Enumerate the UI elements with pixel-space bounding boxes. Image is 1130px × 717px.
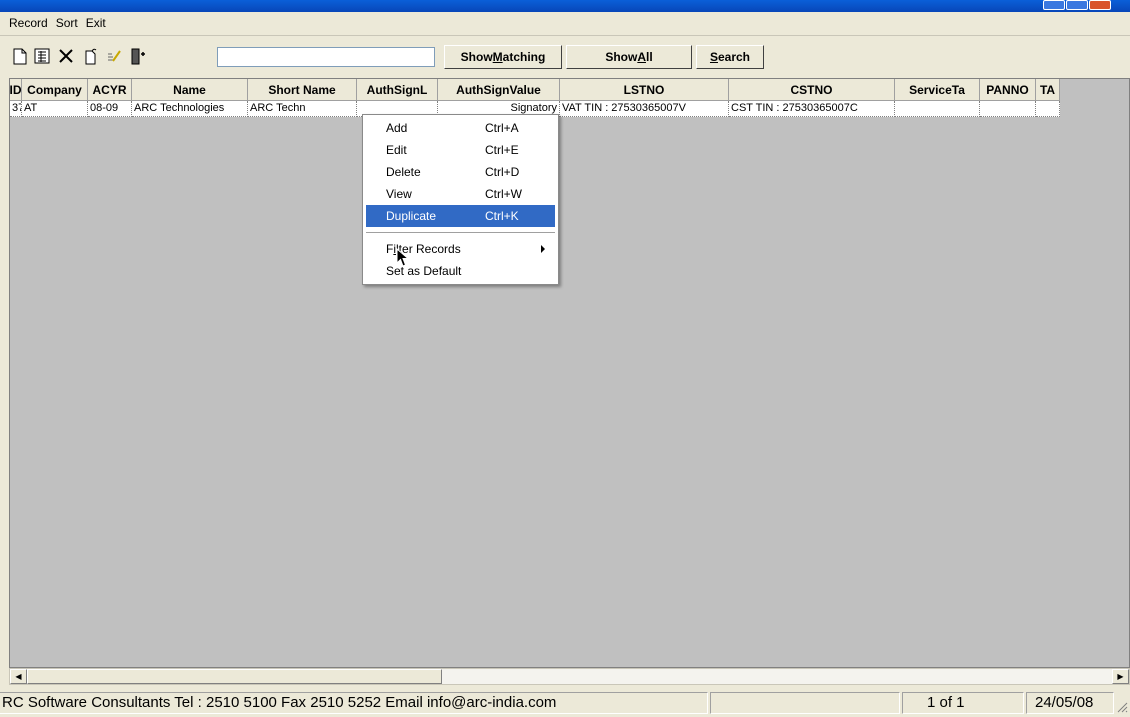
status-date: 24/05/08 — [1026, 692, 1114, 714]
status-company-info: RC Software Consultants Tel : 2510 5100 … — [0, 692, 708, 714]
menu-item-label: Edit — [386, 143, 407, 157]
cell-id[interactable]: 37 — [10, 101, 22, 117]
show-matching-accel: M — [492, 50, 503, 64]
show-all-accel: A — [637, 50, 646, 64]
col-header-id[interactable]: ID — [10, 79, 22, 101]
context-menu: Add Ctrl+A Edit Ctrl+E Delete Ctrl+D Vie… — [362, 114, 559, 285]
menu-item-label: View — [386, 187, 412, 201]
maximize-button[interactable] — [1066, 0, 1088, 10]
delete-icon[interactable] — [56, 45, 76, 67]
col-header-short-name[interactable]: Short Name — [248, 79, 357, 101]
cell-serviceta[interactable] — [895, 101, 980, 117]
arrow-left-icon: ◀ — [15, 672, 22, 681]
exit-door-icon[interactable] — [128, 45, 148, 67]
cell-lstno[interactable]: VAT TIN : 27530365007V — [560, 101, 729, 117]
menu-item-shortcut: Ctrl+W — [485, 187, 522, 201]
cell-company[interactable]: AT — [22, 101, 88, 117]
list-view-icon[interactable] — [32, 45, 52, 67]
col-header-acyr[interactable]: ACYR — [88, 79, 132, 101]
edit-icon[interactable] — [104, 45, 124, 67]
horizontal-scrollbar[interactable]: ◀ ▶ — [9, 668, 1130, 685]
cell-ta[interactable] — [1036, 101, 1060, 117]
col-header-authsignl[interactable]: AuthSignL — [357, 79, 438, 101]
show-all-label: Show — [605, 50, 638, 64]
cell-short-name[interactable]: ARC Techn — [248, 101, 357, 117]
arrow-right-icon: ▶ — [1117, 672, 1124, 681]
col-header-panno[interactable]: PANNO — [980, 79, 1036, 101]
menu-record[interactable]: Record — [0, 13, 52, 30]
menu-sort[interactable]: Sort — [52, 13, 82, 30]
show-matching-label: Show — [460, 50, 493, 64]
cell-cstno[interactable]: CST TIN : 27530365007C — [729, 101, 895, 117]
open-document-icon[interactable] — [80, 45, 100, 67]
search-button[interactable]: Search — [696, 45, 764, 69]
col-header-name[interactable]: Name — [132, 79, 248, 101]
scroll-left-button[interactable]: ◀ — [10, 669, 27, 684]
status-bar: RC Software Consultants Tel : 2510 5100 … — [0, 688, 1130, 717]
menu-item-label: Duplicate — [386, 209, 437, 223]
resize-grip-icon[interactable] — [1116, 700, 1128, 714]
menu-item-label: Delete — [386, 165, 421, 179]
data-grid[interactable]: ID Company ACYR Name Short Name AuthSign… — [9, 78, 1130, 668]
menu-item-shortcut: Ctrl+E — [485, 143, 519, 157]
menu-exit[interactable]: Exit — [82, 13, 110, 30]
context-menu-delete[interactable]: Delete Ctrl+D — [366, 161, 555, 183]
context-menu-set-as-default[interactable]: Set as Default — [366, 260, 555, 282]
show-matching-button[interactable]: Show Matching — [444, 45, 562, 69]
col-header-serviceta[interactable]: ServiceTa — [895, 79, 980, 101]
context-menu-edit[interactable]: Edit Ctrl+E — [366, 139, 555, 161]
col-header-lstno[interactable]: LSTNO — [560, 79, 729, 101]
window-titlebar — [0, 0, 1130, 12]
context-menu-add[interactable]: Add Ctrl+A — [366, 117, 555, 139]
col-header-ta[interactable]: TA — [1036, 79, 1060, 101]
search-accel: S — [709, 50, 718, 64]
mouse-cursor-icon — [396, 247, 410, 268]
show-matching-label-rest: atching — [502, 50, 546, 64]
scrollbar-thumb[interactable] — [27, 669, 442, 684]
grid-header: ID Company ACYR Name Short Name AuthSign… — [10, 79, 1060, 101]
status-page-info: 1 of 1 — [902, 692, 1024, 714]
context-menu-view[interactable]: View Ctrl+W — [366, 183, 555, 205]
menu-separator — [366, 232, 555, 234]
menu-item-label: Add — [386, 121, 408, 135]
show-all-label-rest: ll — [646, 50, 653, 64]
menu-bar: Record Sort Exit — [0, 13, 1130, 36]
context-menu-filter-records[interactable]: Filter Records — [366, 238, 555, 260]
col-header-cstno[interactable]: CSTNO — [729, 79, 895, 101]
status-empty-panel — [710, 692, 900, 714]
minimize-button[interactable] — [1043, 0, 1065, 10]
menu-item-shortcut: Ctrl+K — [485, 209, 519, 223]
show-all-button[interactable]: Show All — [566, 45, 692, 69]
col-header-authsignvalue[interactable]: AuthSignValue — [438, 79, 560, 101]
cell-panno[interactable] — [980, 101, 1036, 117]
search-input[interactable] — [217, 47, 435, 67]
submenu-arrow-icon — [541, 245, 545, 253]
menu-item-shortcut: Ctrl+D — [485, 165, 520, 179]
search-label: earch — [717, 50, 751, 64]
cell-acyr[interactable]: 08-09 — [88, 101, 132, 117]
toolbar: Show Matching Show All Search — [0, 37, 1130, 75]
new-record-icon[interactable] — [10, 45, 30, 67]
close-button[interactable] — [1089, 0, 1111, 10]
col-header-company[interactable]: Company — [22, 79, 88, 101]
menu-item-shortcut: Ctrl+A — [485, 121, 519, 135]
cell-name[interactable]: ARC Technologies — [132, 101, 248, 117]
scroll-right-button[interactable]: ▶ — [1112, 669, 1129, 684]
context-menu-duplicate[interactable]: Duplicate Ctrl+K — [366, 205, 555, 227]
